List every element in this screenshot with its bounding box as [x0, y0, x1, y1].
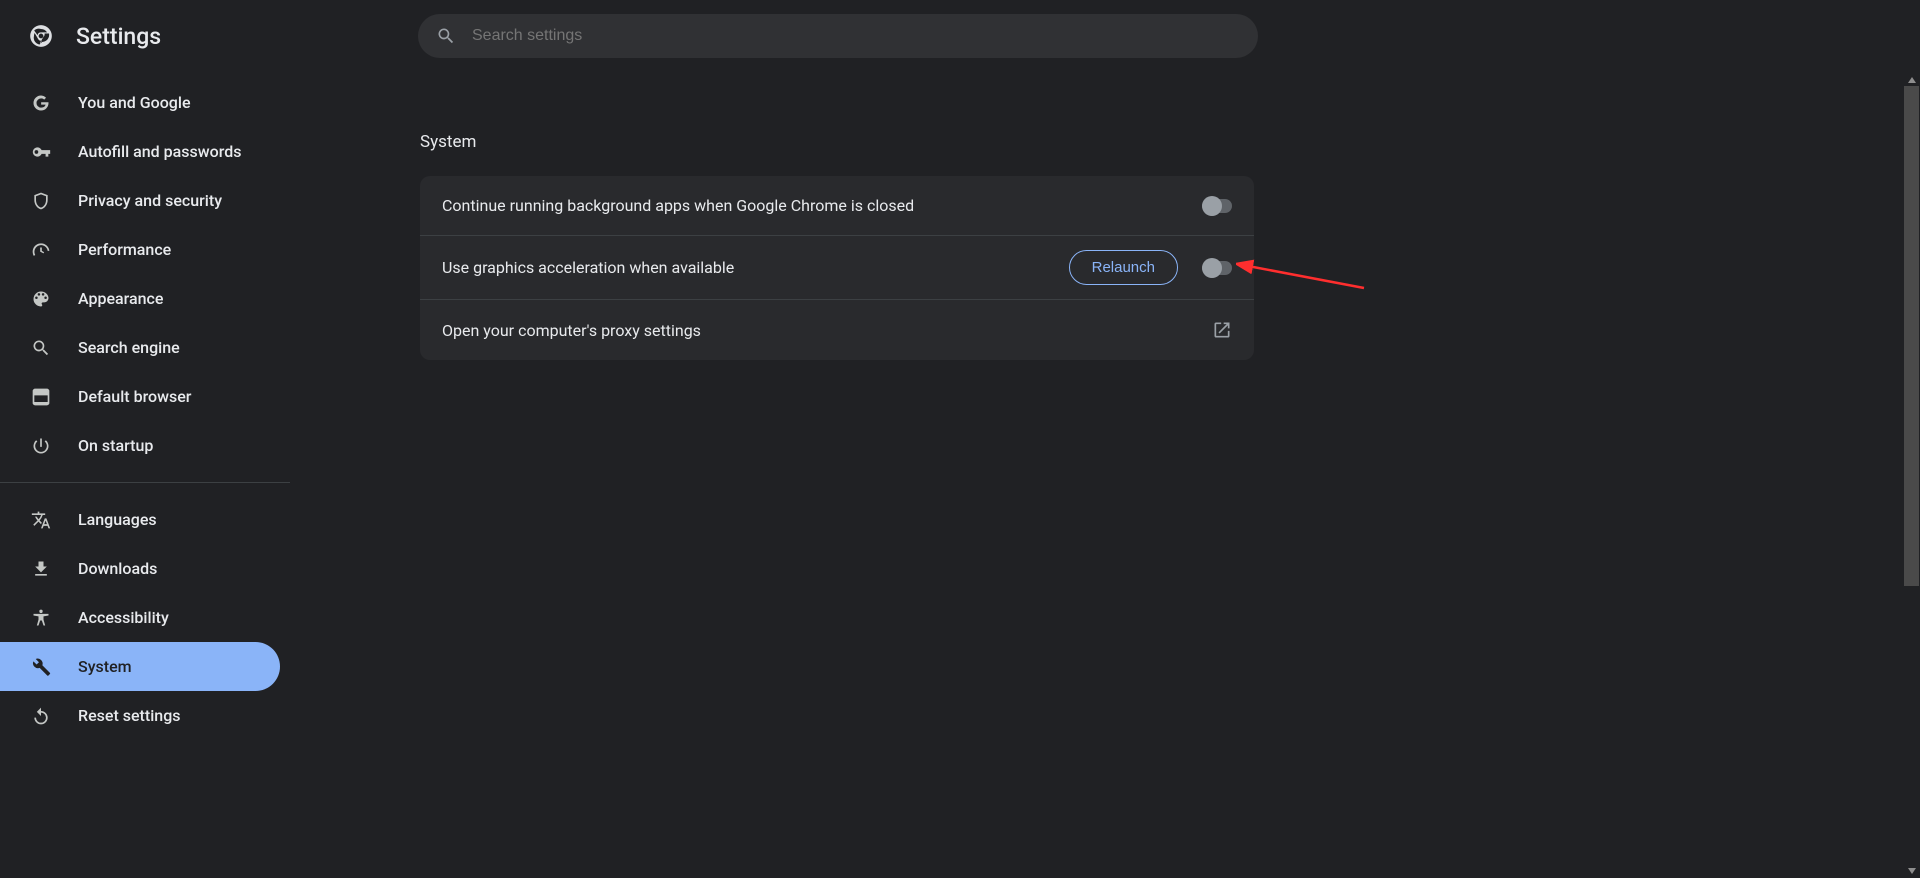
toggle-graphics-acceleration[interactable]: [1202, 261, 1232, 275]
sidebar-item-default-browser[interactable]: Default browser: [0, 372, 280, 421]
toggle-background-apps[interactable]: [1202, 199, 1232, 213]
google-g-icon: [30, 92, 52, 114]
search-input[interactable]: [472, 27, 1172, 45]
sidebar-item-you-google[interactable]: You and Google: [0, 78, 280, 127]
sidebar-item-privacy[interactable]: Privacy and security: [0, 176, 280, 225]
sidebar-item-label: Autofill and passwords: [78, 142, 241, 161]
relaunch-button[interactable]: Relaunch: [1069, 250, 1178, 285]
sidebar-item-label: Accessibility: [78, 608, 169, 627]
browser-icon: [30, 386, 52, 408]
sidebar-item-reset[interactable]: Reset settings: [0, 691, 280, 740]
sidebar-item-label: Reset settings: [78, 706, 181, 725]
key-icon: [30, 141, 52, 163]
row-actions: [1212, 320, 1232, 340]
sidebar-item-label: Downloads: [78, 559, 157, 578]
sidebar-item-label: Performance: [78, 240, 171, 259]
row-background-apps: Continue running background apps when Go…: [420, 176, 1254, 236]
download-icon: [30, 558, 52, 580]
row-actions: [1202, 199, 1232, 213]
sidebar-item-performance[interactable]: Performance: [0, 225, 280, 274]
row-label: Use graphics acceleration when available: [442, 258, 1069, 277]
row-label: Open your computer's proxy settings: [442, 321, 1212, 340]
sidebar-item-label: Default browser: [78, 387, 191, 406]
translate-icon: [30, 509, 52, 531]
row-proxy-settings[interactable]: Open your computer's proxy settings: [420, 300, 1254, 360]
sidebar-divider: [0, 482, 290, 483]
sidebar-item-label: System: [78, 657, 132, 676]
search-icon: [436, 26, 456, 46]
sidebar-item-downloads[interactable]: Downloads: [0, 544, 280, 593]
speedometer-icon: [30, 239, 52, 261]
open-external-icon: [1212, 320, 1232, 340]
sidebar-item-appearance[interactable]: Appearance: [0, 274, 280, 323]
sidebar-item-accessibility[interactable]: Accessibility: [0, 593, 280, 642]
page-title: Settings: [76, 23, 161, 50]
row-graphics-acceleration: Use graphics acceleration when available…: [420, 236, 1254, 300]
sidebar-item-system[interactable]: System: [0, 642, 280, 691]
row-label: Continue running background apps when Go…: [442, 196, 1202, 215]
sidebar: You and Google Autofill and passwords Pr…: [0, 72, 290, 878]
search-container: [418, 14, 1258, 58]
reset-icon: [30, 705, 52, 727]
chrome-logo-icon: [28, 23, 54, 49]
sidebar-item-search-engine[interactable]: Search engine: [0, 323, 280, 372]
main-content: System Continue running background apps …: [308, 72, 1920, 360]
search-box[interactable]: [418, 14, 1258, 58]
settings-card: Continue running background apps when Go…: [420, 176, 1254, 360]
shield-icon: [30, 190, 52, 212]
wrench-icon: [30, 656, 52, 678]
sidebar-item-languages[interactable]: Languages: [0, 495, 280, 544]
palette-icon: [30, 288, 52, 310]
accessibility-icon: [30, 607, 52, 629]
section-title: System: [420, 132, 1920, 152]
sidebar-item-label: On startup: [78, 436, 153, 455]
row-actions: Relaunch: [1069, 250, 1232, 285]
sidebar-item-startup[interactable]: On startup: [0, 421, 280, 470]
scrollbar-down-button[interactable]: [1904, 863, 1919, 878]
search-icon: [30, 337, 52, 359]
sidebar-item-label: You and Google: [78, 93, 191, 112]
sidebar-item-autofill[interactable]: Autofill and passwords: [0, 127, 280, 176]
power-icon: [30, 435, 52, 457]
sidebar-item-label: Languages: [78, 510, 157, 529]
sidebar-item-label: Privacy and security: [78, 191, 222, 210]
sidebar-item-label: Search engine: [78, 338, 180, 357]
sidebar-item-label: Appearance: [78, 289, 163, 308]
